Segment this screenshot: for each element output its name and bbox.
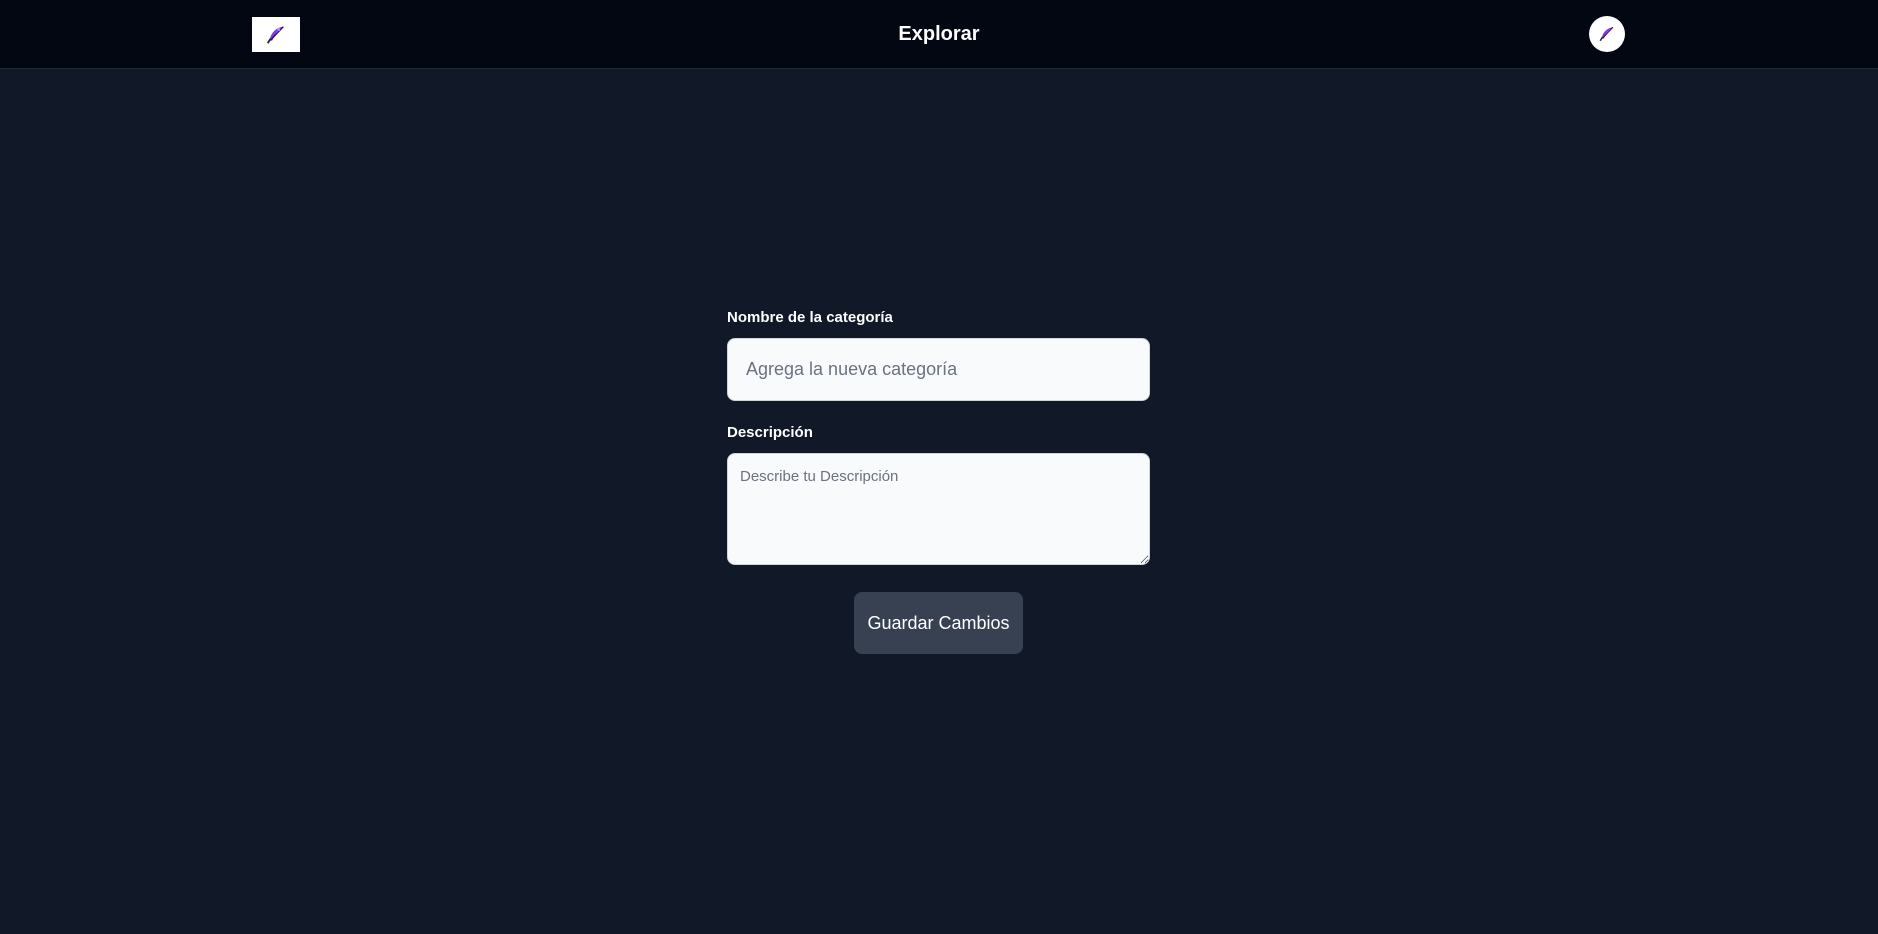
description-label: Descripción [727, 424, 813, 441]
user-avatar[interactable] [1589, 16, 1625, 52]
category-form: Nombre de la categoría Descripción [727, 306, 1150, 565]
save-changes-button[interactable]: Guardar Cambios [854, 592, 1023, 654]
category-name-label: Nombre de la categoría [727, 309, 893, 326]
top-navbar: Explorar [0, 0, 1878, 69]
description-textarea[interactable] [727, 453, 1150, 565]
feather-quill-icon [1599, 26, 1614, 42]
category-name-input[interactable] [727, 338, 1150, 401]
